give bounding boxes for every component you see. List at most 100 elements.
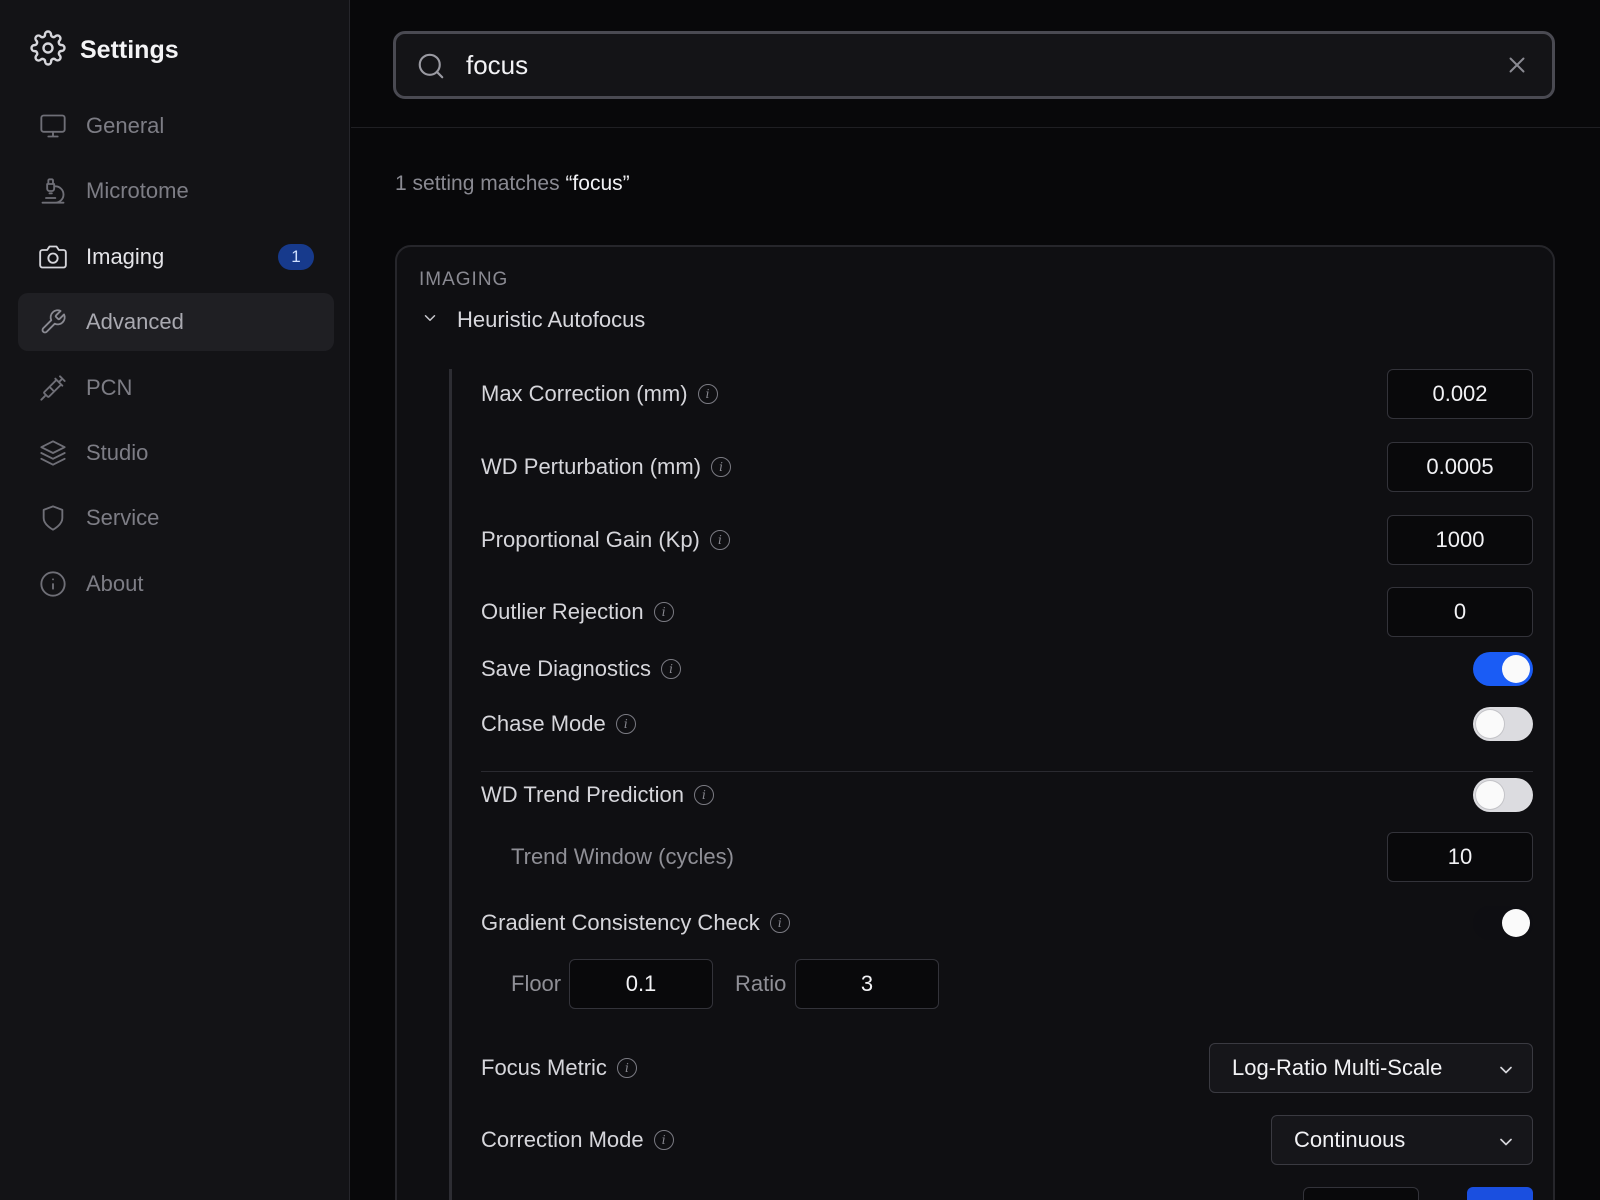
- sidebar-item-service[interactable]: Service: [18, 489, 334, 547]
- monitor-icon: [38, 111, 68, 141]
- results-count-text: 1 setting matches: [395, 172, 560, 195]
- chase-mode-toggle[interactable]: [1473, 707, 1533, 741]
- chevron-down-icon: [1496, 1132, 1516, 1158]
- setting-label: WD Perturbation (mm) i: [481, 454, 732, 480]
- info-icon[interactable]: i: [653, 602, 674, 622]
- info-icon[interactable]: i: [709, 530, 730, 550]
- setting-focus-metric: Focus Metric i Log-Ratio Multi-Scale: [481, 1043, 1533, 1093]
- save-diagnostics-toggle[interactable]: [1473, 652, 1533, 686]
- wd-perturbation-input[interactable]: [1387, 442, 1533, 492]
- label-text: Gradient Consistency Check: [481, 910, 760, 935]
- sidebar-item-label: Service: [86, 505, 160, 530]
- setting-label: Correction Mode i: [481, 1127, 674, 1153]
- shield-icon: [38, 503, 68, 533]
- floor-input[interactable]: [569, 959, 713, 1009]
- info-icon[interactable]: i: [653, 1130, 674, 1150]
- setting-gradient-consistency-check: Gradient Consistency Check i: [481, 906, 1533, 940]
- setting-save-diagnostics: Save Diagnostics i: [481, 652, 1533, 686]
- settings-card: IMAGING Heuristic Autofocus Max Correcti…: [395, 245, 1555, 1200]
- setting-wd-perturbation: WD Perturbation (mm) i: [481, 442, 1533, 492]
- sidebar-item-label: Microtome: [86, 178, 189, 203]
- proportional-gain-input[interactable]: [1387, 515, 1533, 565]
- sidebar-item-studio[interactable]: Studio: [18, 424, 334, 482]
- setting-label: Gradient Consistency Check i: [481, 910, 790, 936]
- setting-outlier-rejection: Outlier Rejection i: [481, 587, 1533, 637]
- info-icon[interactable]: i: [711, 457, 732, 477]
- sidebar-item-general[interactable]: General: [18, 97, 334, 155]
- correction-mode-select[interactable]: Continuous: [1271, 1115, 1533, 1165]
- setting-label: Trend Window (cycles): [511, 844, 734, 869]
- info-icon[interactable]: i: [769, 913, 790, 933]
- close-icon[interactable]: [1504, 52, 1530, 83]
- main-content: 1 setting matches “focus” IMAGING Heuris…: [351, 0, 1600, 1200]
- info-icon: [38, 569, 68, 599]
- setting-label: Proportional Gain (Kp) i: [481, 527, 730, 553]
- gear-icon: [30, 29, 66, 71]
- label-text: WD Trend Prediction: [481, 782, 684, 807]
- search-box[interactable]: [393, 31, 1555, 99]
- sidebar-item-about[interactable]: About: [18, 555, 334, 613]
- info-icon[interactable]: i: [660, 659, 681, 679]
- group-rail: [449, 369, 452, 1200]
- label-text: WD Perturbation (mm): [481, 454, 702, 479]
- select-value: Continuous: [1294, 1127, 1406, 1152]
- setting-correction-mode: Correction Mode i Continuous: [481, 1115, 1533, 1165]
- setting-label: Outlier Rejection i: [481, 599, 674, 625]
- sidebar-item-microtome[interactable]: Microtome: [18, 162, 334, 220]
- search-icon: [416, 51, 446, 86]
- toggle-knob: [1476, 781, 1504, 809]
- info-icon[interactable]: i: [697, 384, 718, 404]
- setting-label: Chase Mode i: [481, 711, 636, 737]
- focus-metric-select[interactable]: Log-Ratio Multi-Scale: [1209, 1043, 1533, 1093]
- section-label: IMAGING: [419, 269, 509, 290]
- label-text: Correction Mode: [481, 1127, 644, 1152]
- info-icon[interactable]: i: [615, 714, 636, 734]
- microscope-icon: [38, 176, 68, 206]
- trend-window-input[interactable]: [1387, 832, 1533, 882]
- camera-icon: [38, 242, 68, 272]
- setting-wd-trend-prediction: WD Trend Prediction i: [481, 778, 1533, 812]
- max-correction-input[interactable]: [1387, 369, 1533, 419]
- select-value: Log-Ratio Multi-Scale: [1232, 1055, 1443, 1080]
- search-bar-area: [351, 0, 1600, 128]
- setting-floor-ratio: Floor Ratio: [481, 959, 1533, 1009]
- group-header-heuristic-autofocus[interactable]: Heuristic Autofocus: [421, 307, 645, 333]
- setting-proportional-gain: Proportional Gain (Kp) i: [481, 515, 1533, 565]
- partial-button[interactable]: [1467, 1187, 1533, 1200]
- setting-trend-window: Trend Window (cycles): [481, 832, 1533, 882]
- setting-label: WD Trend Prediction i: [481, 782, 714, 808]
- sidebar-item-label: Advanced: [86, 309, 184, 334]
- search-input[interactable]: [466, 46, 1466, 84]
- label-text: Chase Mode: [481, 711, 606, 736]
- chevron-down-icon: [421, 307, 439, 333]
- group-title: Heuristic Autofocus: [457, 307, 646, 332]
- sidebar-item-imaging[interactable]: Imaging 1: [18, 228, 334, 286]
- setting-chase-mode: Chase Mode i: [481, 707, 1533, 741]
- label-text: Max Correction (mm): [481, 381, 688, 406]
- setting-max-correction: Max Correction (mm) i: [481, 369, 1533, 419]
- info-icon[interactable]: i: [616, 1058, 637, 1078]
- toggle-knob: [1502, 655, 1530, 683]
- sidebar-item-label: About: [86, 571, 144, 596]
- wrench-icon: [38, 307, 68, 337]
- sidebar-item-label: Imaging: [86, 244, 165, 269]
- partial-input[interactable]: [1303, 1187, 1419, 1200]
- sidebar-item-advanced[interactable]: Advanced: [18, 293, 334, 351]
- outlier-rejection-input[interactable]: [1387, 587, 1533, 637]
- syringe-icon: [38, 373, 68, 403]
- setting-label: Save Diagnostics i: [481, 656, 681, 682]
- sidebar-item-pcn[interactable]: PCN: [18, 359, 334, 417]
- label-text: Focus Metric: [481, 1055, 607, 1080]
- sidebar-header: Settings: [30, 29, 179, 71]
- ratio-input[interactable]: [795, 959, 939, 1009]
- results-summary: 1 setting matches “focus”: [395, 172, 630, 196]
- wd-trend-prediction-toggle[interactable]: [1473, 778, 1533, 812]
- info-icon[interactable]: i: [693, 785, 714, 805]
- toggle-knob: [1502, 909, 1530, 937]
- gradient-consistency-toggle[interactable]: [1473, 906, 1533, 940]
- count-badge: 1: [278, 244, 314, 270]
- results-query-text: “focus”: [565, 172, 630, 195]
- sidebar-item-label: PCN: [86, 375, 133, 400]
- divider: [481, 771, 1533, 772]
- sidebar-title: Settings: [80, 35, 179, 64]
